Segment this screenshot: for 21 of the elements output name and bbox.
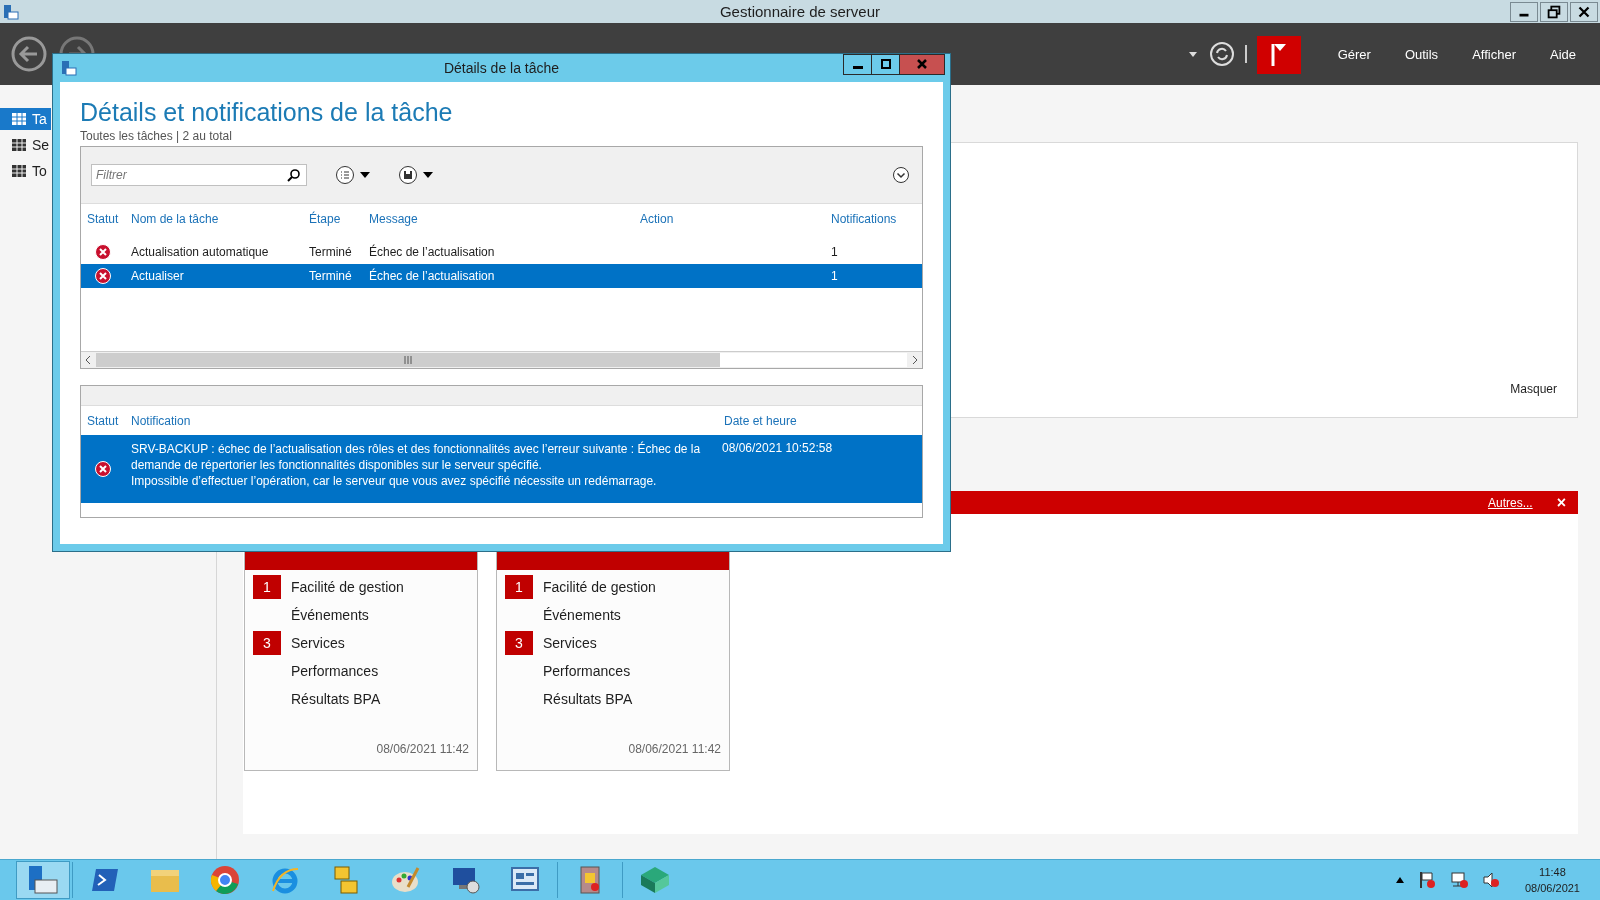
table-cell: 1 [831,245,838,259]
count-badge: 1 [505,575,533,599]
table-cell: Terminé [309,269,352,283]
table-cell: 1 [831,269,838,283]
dialog-heading: Détails et notifications de la tâche [80,98,454,127]
table-cell: Échec de l’actualisation [369,245,495,259]
timestamp: 08/06/2021 11:42 [375,742,470,758]
dialog-title: Détails de la tâche [443,60,560,76]
count-badge: 1 [253,575,281,599]
table-cell: Terminé [309,245,352,259]
notification-text: SRV-BACKUP : échec de l’actualisation des rôles et des fonctionnalités avec l’erreur suivante : Échec de la demande de répertorier les fonctionnalités disponibles sur le serveur spécifié. [131,441,702,473]
table-cell: 08/06/2021 10:52:58 [722,441,833,455]
table-cell: Actualisation automatique [131,245,269,259]
timestamp: 08/06/2021 11:42 [627,742,722,758]
table-cell: Échec de l’actualisation [369,269,495,283]
notification-text: Impossible d’effectuer l’opération, car le serveur que vous avez spécifié nécessite un redémarrage. [131,473,658,489]
table-cell: Actualiser [131,269,184,283]
task-count: Toutes les tâches | 2 au total [80,129,233,143]
window-title: Gestionnaire de serveur [719,3,881,20]
count-badge: 3 [253,631,281,655]
count-badge: 3 [505,631,533,655]
